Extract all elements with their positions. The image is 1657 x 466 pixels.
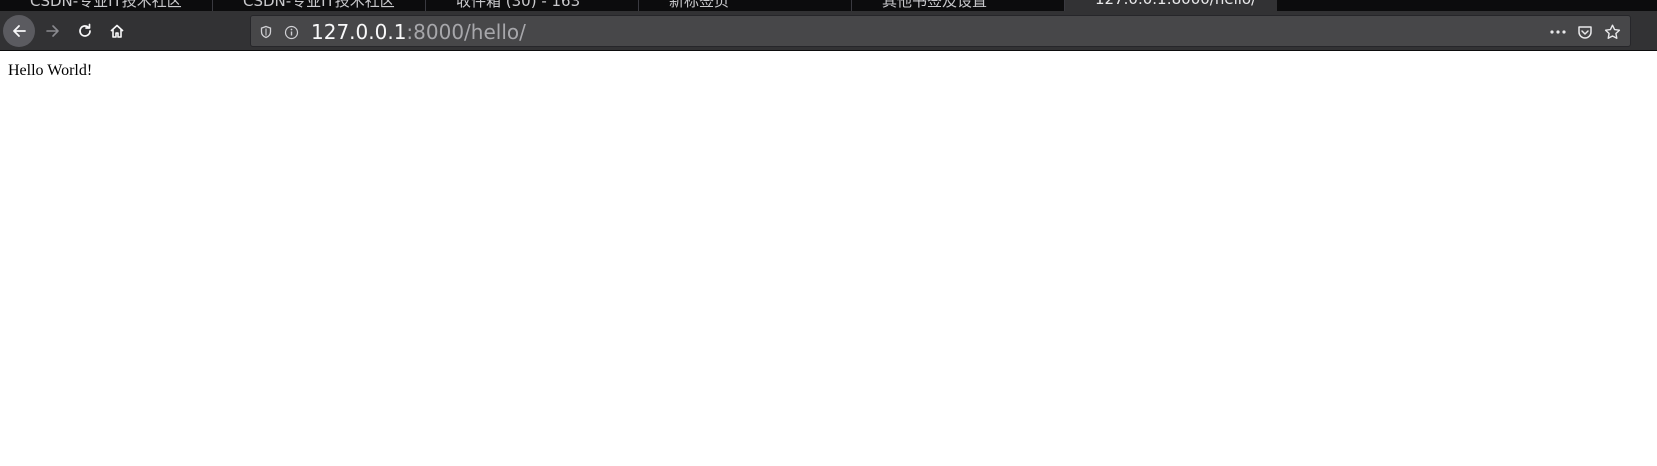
url-text[interactable]: 127.0.0.1:8000/hello/ [311, 21, 526, 43]
reload-button[interactable] [69, 15, 101, 47]
tab-3[interactable]: 收件箱 (30) - 163 [426, 0, 639, 11]
tab-active[interactable]: 127.0.0.1:8000/hello/ [1065, 0, 1277, 11]
ellipsis-icon [1550, 30, 1566, 34]
url-path: :8000/hello/ [406, 20, 526, 44]
tab-title: 127.0.0.1:8000/hello/ [1095, 0, 1265, 8]
home-icon [110, 24, 124, 38]
tab-title: 收件箱 (30) - 163 [456, 0, 581, 10]
arrow-right-icon [46, 25, 59, 37]
forward-button[interactable] [37, 15, 69, 47]
reload-icon [79, 23, 91, 37]
navigation-toolbar: 127.0.0.1:8000/hello/ [0, 11, 1657, 51]
url-host: 127.0.0.1 [311, 20, 407, 44]
pocket-icon [1578, 25, 1592, 39]
tab-5[interactable]: 其他书签及设置 [852, 0, 1065, 11]
pocket-button[interactable] [1575, 23, 1595, 41]
site-info-icon[interactable] [282, 23, 300, 41]
tab-title: 其他书签及设置 [882, 0, 988, 10]
tab-strip: CSDN-专业IT技术社区 CSDN-专业IT技术社区 收件箱 (30) - 1… [0, 0, 1657, 11]
bookmark-star-button[interactable] [1602, 23, 1622, 41]
back-button[interactable] [3, 15, 35, 47]
page-actions-button[interactable] [1548, 23, 1568, 41]
page-body-text: Hello World! [8, 62, 93, 79]
url-bar[interactable]: 127.0.0.1:8000/hello/ [250, 15, 1631, 47]
tab-title: CSDN-专业IT技术社区 [243, 0, 395, 10]
browser-window: CSDN-专业IT技术社区 CSDN-专业IT技术社区 收件箱 (30) - 1… [0, 0, 1657, 466]
tab-title: CSDN-专业IT技术社区 [30, 0, 182, 10]
tab-4[interactable]: 新标签页 [639, 0, 852, 11]
home-button[interactable] [101, 15, 133, 47]
tab-2[interactable]: CSDN-专业IT技术社区 [213, 0, 426, 11]
tab-title: 新标签页 [669, 0, 730, 10]
star-icon [1604, 24, 1620, 39]
tab-1[interactable]: CSDN-专业IT技术社区 [0, 0, 213, 11]
page-content: Hello World! [0, 52, 1657, 466]
arrow-left-icon [13, 25, 26, 37]
tracking-protection-icon[interactable] [257, 23, 275, 41]
